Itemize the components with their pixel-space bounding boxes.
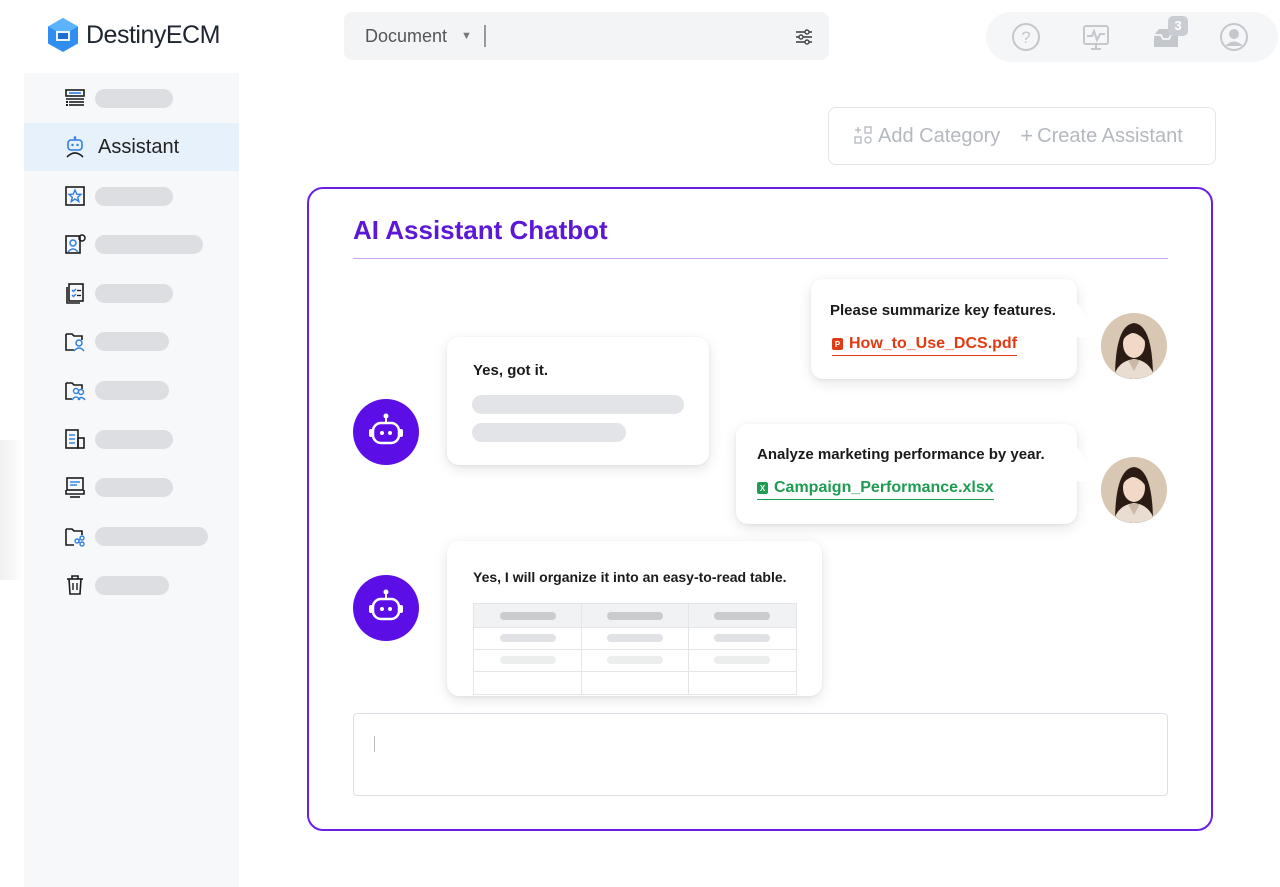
title-divider [353, 258, 1168, 259]
table-header-placeholder [607, 612, 663, 620]
table-header-placeholder [500, 612, 556, 620]
sidebar-item-placeholder [95, 526, 208, 546]
table-cell-placeholder [607, 656, 663, 664]
folder-share-icon [65, 528, 85, 547]
table-cell-placeholder [500, 634, 556, 642]
svg-text:?: ? [1021, 28, 1030, 47]
search-input[interactable] [485, 12, 829, 60]
sidebar-item-trash[interactable] [24, 561, 239, 609]
sidebar-item-favorites[interactable] [24, 172, 239, 220]
attachment-name: How_to_Use_DCS.pdf [849, 335, 1018, 352]
bubble-tail [1075, 443, 1099, 483]
sidebar-item-placeholder [95, 477, 173, 497]
chat-message-input[interactable] [353, 713, 1168, 796]
monitor-icon[interactable] [1080, 21, 1112, 53]
list-icon [65, 89, 85, 106]
trash-icon [67, 575, 83, 595]
assistant-message-bubble: Yes, I will organize it into an easy-to-… [447, 541, 822, 696]
bubble-tail [1075, 299, 1099, 339]
table-cell-placeholder [714, 656, 770, 664]
message-text: Please summarize key features. [830, 302, 1056, 319]
loading-placeholder [472, 395, 684, 414]
table-column-divider [688, 604, 689, 694]
sidebar-item-tray-doc[interactable] [24, 463, 239, 511]
dropdown-caret-icon[interactable]: ▼ [461, 30, 472, 42]
message-text: Yes, I will organize it into an easy-to-… [473, 569, 787, 585]
loading-placeholder [472, 423, 626, 442]
user-avatar [1101, 457, 1167, 523]
sidebar-item-placeholder [95, 234, 203, 254]
text-cursor [374, 736, 375, 752]
sidebar-item-list[interactable] [24, 74, 239, 122]
sidebar-item-placeholder [95, 380, 169, 400]
table-cell-placeholder [500, 656, 556, 664]
add-category-button[interactable]: Add Category [854, 125, 1000, 148]
user-message-bubble: Please summarize key features. P How_to_… [811, 279, 1077, 379]
checklist-icon [66, 283, 84, 304]
panel-title: AI Assistant Chatbot [353, 215, 608, 245]
sidebar-item-placeholder [95, 283, 173, 303]
robot-icon [369, 413, 403, 445]
plus-icon: + [1020, 123, 1034, 148]
building-doc-icon [65, 429, 85, 449]
xlsx-attachment-link[interactable]: X Campaign_Performance.xlsx [757, 479, 994, 500]
edge-shadow [0, 440, 24, 580]
create-assistant-label: Create Assistant [1037, 124, 1183, 147]
assistant-icon [66, 136, 84, 158]
help-icon[interactable]: ? [1010, 21, 1042, 53]
message-text: Analyze marketing performance by year. [757, 446, 1045, 463]
sidebar-item-placeholder [95, 429, 173, 449]
search-bar[interactable]: Document ▼ [344, 12, 829, 60]
attachment-name: Campaign_Performance.xlsx [774, 479, 994, 496]
assistant-message-bubble: Yes, got it. [447, 337, 709, 465]
excel-file-icon: X [757, 482, 768, 494]
notification-badge: 3 [1168, 16, 1188, 36]
sidebar-item-placeholder [95, 331, 169, 351]
sidebar-item-user-settings[interactable] [24, 220, 239, 268]
sidebar: Assistant [24, 73, 239, 887]
assistant-actions: Add Category + Create Assistant [828, 107, 1216, 165]
add-category-icon [854, 126, 872, 144]
robot-icon [369, 589, 403, 621]
pdf-attachment-link[interactable]: P How_to_Use_DCS.pdf [832, 335, 1018, 356]
sidebar-item-label: Assistant [98, 135, 180, 158]
sidebar-item-assistant[interactable]: Assistant [24, 123, 239, 171]
table-cell-placeholder [607, 634, 663, 642]
sidebar-item-placeholder [95, 575, 169, 595]
brand-logo[interactable]: DestinyECM [46, 17, 220, 53]
assistant-avatar [353, 575, 419, 641]
sidebar-item-placeholder [95, 186, 173, 206]
folder-group-icon [65, 382, 86, 401]
logo-mark-icon [48, 18, 78, 52]
star-icon [65, 186, 85, 206]
sidebar-item-folder-group[interactable] [24, 366, 239, 414]
sidebar-item-folder-user[interactable] [24, 317, 239, 365]
add-category-label: Add Category [878, 124, 1001, 147]
sidebar-item-building-doc[interactable] [24, 415, 239, 463]
user-settings-icon [65, 234, 86, 254]
user-avatar [1101, 313, 1167, 379]
filter-settings-icon[interactable] [793, 26, 815, 48]
top-actions-bar: ? 3 [986, 12, 1278, 62]
result-table-preview [473, 603, 797, 695]
table-column-divider [581, 604, 582, 694]
message-text: Yes, got it. [473, 362, 549, 379]
pdf-file-icon: P [832, 338, 843, 350]
assistant-avatar [353, 399, 419, 465]
search-type-selector[interactable]: Document [365, 26, 447, 47]
sidebar-item-checklist[interactable] [24, 269, 239, 317]
user-message-bubble: Analyze marketing performance by year. X… [736, 424, 1077, 524]
user-profile-icon[interactable] [1218, 21, 1250, 53]
chatbot-panel: AI Assistant Chatbot Please summarize ke… [307, 187, 1213, 831]
sidebar-item-folder-share[interactable] [24, 512, 239, 560]
create-assistant-button[interactable]: + Create Assistant [1020, 123, 1182, 149]
brand-name: DestinyECM [86, 20, 220, 49]
table-cell-placeholder [714, 634, 770, 642]
table-header-placeholder [714, 612, 770, 620]
sidebar-item-placeholder [95, 88, 173, 108]
tray-doc-icon [65, 477, 85, 498]
folder-user-icon [65, 333, 85, 352]
